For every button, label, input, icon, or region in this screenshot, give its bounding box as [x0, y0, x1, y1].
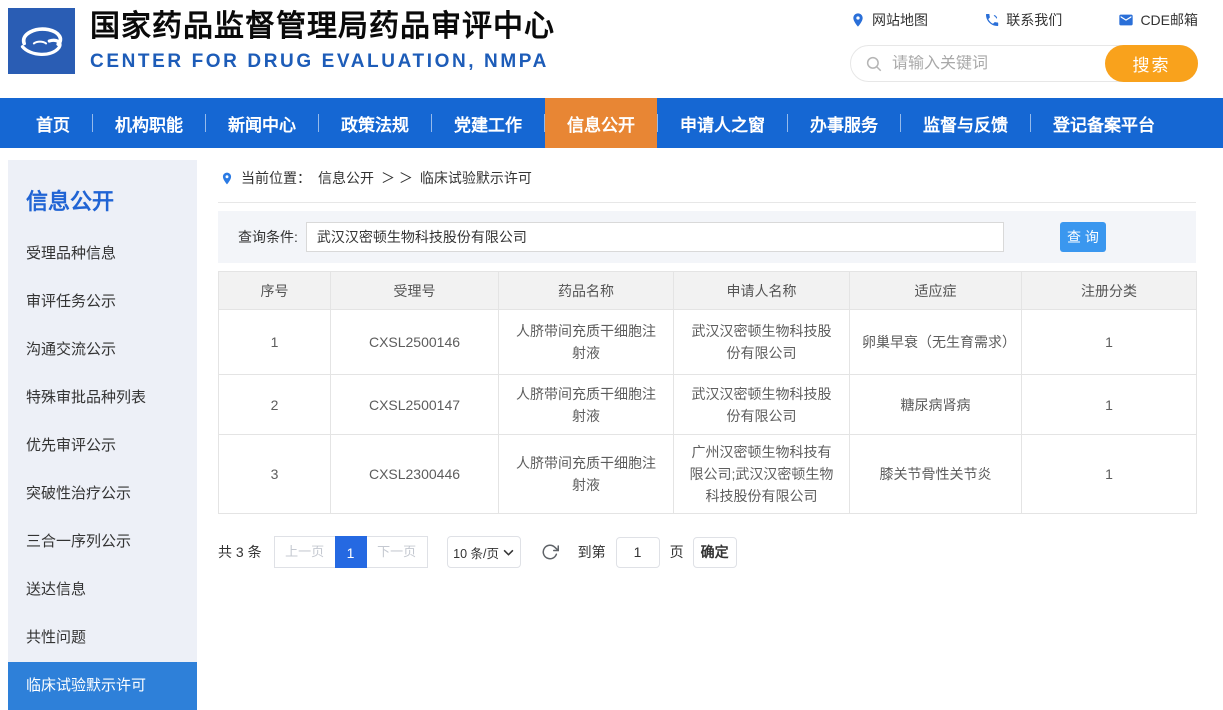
- cell-acceptance-no: CXSL2500146: [331, 310, 499, 375]
- location-pin-icon: [850, 12, 866, 28]
- sidebar-title: 信息公开: [8, 160, 197, 230]
- col-header-indication: 适应症: [850, 272, 1022, 310]
- nav-item-policy[interactable]: 政策法规: [319, 98, 431, 148]
- pagination-total: 共 3 条: [218, 542, 262, 562]
- sidebar-item-accepted-varieties[interactable]: 受理品种信息: [8, 230, 197, 278]
- page-number-button[interactable]: 1: [335, 536, 367, 568]
- sitemap-link-label: 网站地图: [872, 10, 928, 30]
- goto-page-input[interactable]: [616, 537, 660, 568]
- cell-drug-name: 人脐带间充质干细胞注射液: [499, 435, 674, 514]
- cell-drug-name: 人脐带间充质干细胞注射液: [499, 375, 674, 435]
- header-right: 网站地图 联系我们 CDE邮箱 搜索: [850, 10, 1198, 82]
- sidebar-item-special-approval[interactable]: 特殊审批品种列表: [8, 374, 197, 422]
- nav-item-news[interactable]: 新闻中心: [206, 98, 318, 148]
- contact-link[interactable]: 联系我们: [984, 10, 1062, 30]
- table-header-row: 序号 受理号 药品名称 申请人名称 适应症 注册分类: [219, 272, 1197, 310]
- site-title-en: CENTER FOR DRUG EVALUATION, NMPA: [90, 51, 555, 73]
- refresh-icon[interactable]: [541, 543, 559, 561]
- search-icon: [865, 55, 883, 73]
- nav-item-supervision[interactable]: 监督与反馈: [901, 98, 1030, 148]
- nav-item-services[interactable]: 办事服务: [788, 98, 900, 148]
- site-search-button[interactable]: 搜索: [1105, 45, 1198, 82]
- page-size-select[interactable]: 10 条/页: [447, 536, 521, 568]
- nav-item-party[interactable]: 党建工作: [432, 98, 544, 148]
- site-search: 搜索: [850, 45, 1198, 82]
- page-size-value: 10 条/页: [453, 543, 499, 562]
- cell-index: 1: [219, 310, 331, 375]
- breadcrumb-separator: ＞ ＞: [381, 168, 413, 188]
- cde-mail-link[interactable]: CDE邮箱: [1118, 10, 1198, 30]
- col-header-registration-class: 注册分类: [1022, 272, 1197, 310]
- query-bar: 查询条件: 查 询: [218, 211, 1196, 263]
- next-page-button[interactable]: 下一页: [366, 536, 428, 568]
- col-header-acceptance-no: 受理号: [331, 272, 499, 310]
- col-header-applicant: 申请人名称: [674, 272, 850, 310]
- table-row: 1 CXSL2500146 人脐带间充质干细胞注射液 武汉汉密顿生物科技股份有限…: [219, 310, 1197, 375]
- cell-indication: 膝关节骨性关节炎: [850, 435, 1022, 514]
- query-input[interactable]: [306, 222, 1004, 252]
- cell-applicant: 武汉汉密顿生物科技股份有限公司: [674, 375, 850, 435]
- top-links: 网站地图 联系我们 CDE邮箱: [850, 10, 1198, 30]
- results-table: 序号 受理号 药品名称 申请人名称 适应症 注册分类 1 CXSL2500146…: [218, 271, 1197, 514]
- sidebar-item-common-issues[interactable]: 共性问题: [8, 614, 197, 662]
- chevron-down-icon: [503, 549, 514, 556]
- cell-indication: 糖尿病肾病: [850, 375, 1022, 435]
- breadcrumb: 当前位置： 信息公开 ＞ ＞ 临床试验默示许可: [218, 162, 1196, 203]
- sidebar-item-priority-review[interactable]: 优先审评公示: [8, 422, 197, 470]
- location-pin-icon: [220, 170, 234, 187]
- cell-drug-name: 人脐带间充质干细胞注射液: [499, 310, 674, 375]
- sidebar: 信息公开 受理品种信息 审评任务公示 沟通交流公示 特殊审批品种列表 优先审评公…: [8, 160, 197, 710]
- cde-logo-swoosh-icon: [16, 21, 68, 61]
- cde-logo[interactable]: [8, 8, 75, 74]
- nav-item-home[interactable]: 首页: [14, 98, 92, 148]
- query-button[interactable]: 查 询: [1060, 222, 1106, 252]
- site-titles: 国家药品监督管理局药品审评中心 CENTER FOR DRUG EVALUATI…: [90, 9, 555, 73]
- col-header-drug-name: 药品名称: [499, 272, 674, 310]
- table-row: 3 CXSL2300446 人脐带间充质干细胞注射液 广州汉密顿生物科技有限公司…: [219, 435, 1197, 514]
- page-unit-label: 页: [670, 542, 684, 562]
- cell-indication: 卵巢早衰（无生育需求）: [850, 310, 1022, 375]
- cell-registration-class: 1: [1022, 310, 1197, 375]
- cell-index: 3: [219, 435, 331, 514]
- cde-mail-link-label: CDE邮箱: [1140, 10, 1198, 30]
- main-content: 当前位置： 信息公开 ＞ ＞ 临床试验默示许可 查询条件: 查 询 序号 受理号…: [218, 162, 1196, 568]
- nav-item-info-disclosure[interactable]: 信息公开: [545, 98, 657, 148]
- contact-link-label: 联系我们: [1006, 10, 1062, 30]
- cell-registration-class: 1: [1022, 435, 1197, 514]
- goto-page-label: 到第: [578, 542, 606, 562]
- breadcrumb-current: 临床试验默示许可: [420, 168, 532, 188]
- sidebar-item-breakthrough-therapy[interactable]: 突破性治疗公示: [8, 470, 197, 518]
- site-header: 国家药品监督管理局药品审评中心 CENTER FOR DRUG EVALUATI…: [0, 0, 1223, 98]
- cell-applicant: 广州汉密顿生物科技有限公司;武汉汉密顿生物科技股份有限公司: [674, 435, 850, 514]
- breadcrumb-section[interactable]: 信息公开: [318, 168, 374, 188]
- confirm-button[interactable]: 确定: [693, 537, 737, 568]
- page-body: 信息公开 受理品种信息 审评任务公示 沟通交流公示 特殊审批品种列表 优先审评公…: [0, 148, 1223, 710]
- sidebar-item-three-in-one[interactable]: 三合一序列公示: [8, 518, 197, 566]
- cell-applicant: 武汉汉密顿生物科技股份有限公司: [674, 310, 850, 375]
- col-header-index: 序号: [219, 272, 331, 310]
- breadcrumb-label: 当前位置：: [241, 168, 311, 188]
- query-label: 查询条件:: [238, 227, 298, 247]
- nav-item-functions[interactable]: 机构职能: [93, 98, 205, 148]
- cell-registration-class: 1: [1022, 375, 1197, 435]
- nav-item-registration-platform[interactable]: 登记备案平台: [1031, 98, 1177, 148]
- sidebar-item-communication[interactable]: 沟通交流公示: [8, 326, 197, 374]
- sitemap-link[interactable]: 网站地图: [850, 10, 928, 30]
- sidebar-item-delivery-info[interactable]: 送达信息: [8, 566, 197, 614]
- cell-acceptance-no: CXSL2300446: [331, 435, 499, 514]
- nav-item-applicant-window[interactable]: 申请人之窗: [658, 98, 787, 148]
- table-row: 2 CXSL2500147 人脐带间充质干细胞注射液 武汉汉密顿生物科技股份有限…: [219, 375, 1197, 435]
- sidebar-item-clinical-trial-implied-license[interactable]: 临床试验默示许可: [8, 662, 197, 710]
- cell-index: 2: [219, 375, 331, 435]
- prev-page-button[interactable]: 上一页: [274, 536, 336, 568]
- mail-icon: [1118, 12, 1134, 28]
- site-title-cn: 国家药品监督管理局药品审评中心: [90, 9, 555, 45]
- sidebar-item-review-tasks[interactable]: 审评任务公示: [8, 278, 197, 326]
- cell-acceptance-no: CXSL2500147: [331, 375, 499, 435]
- phone-icon: [984, 12, 1000, 28]
- pagination: 共 3 条 上一页 1 下一页 10 条/页 到第 页 确定: [218, 536, 1196, 568]
- main-nav: 首页 机构职能 新闻中心 政策法规 党建工作 信息公开 申请人之窗 办事服务 监…: [0, 98, 1223, 148]
